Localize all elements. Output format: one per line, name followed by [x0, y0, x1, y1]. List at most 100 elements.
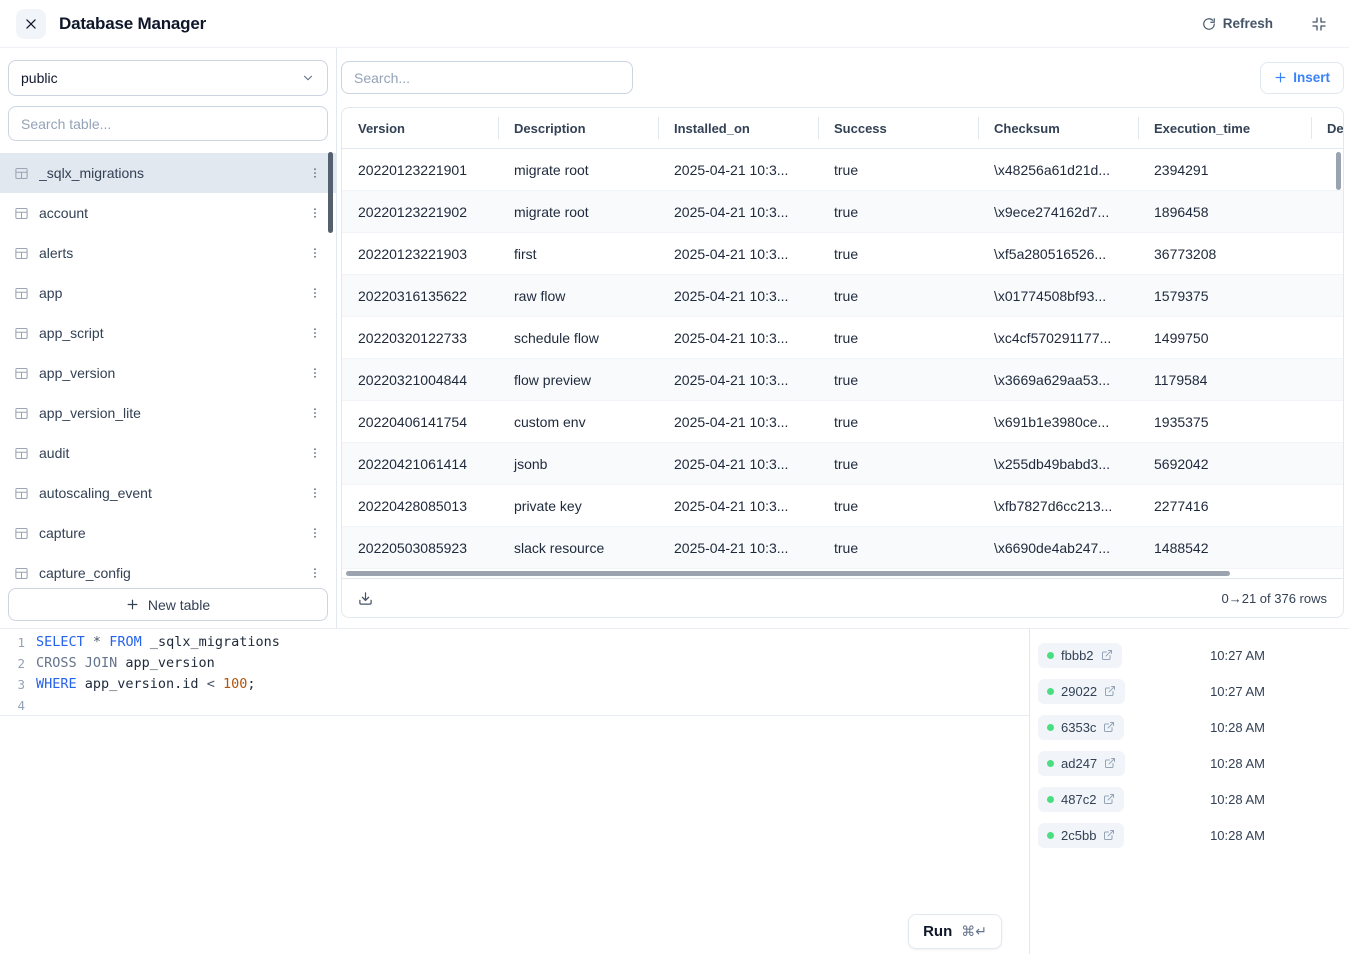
- table-cell: 36773208: [1138, 246, 1311, 262]
- download-button[interactable]: [358, 591, 373, 606]
- code-text: WHERE app_version.id < 100;: [36, 674, 256, 695]
- top-actions: Refresh: [1202, 16, 1333, 32]
- kebab-menu-icon[interactable]: [306, 444, 324, 462]
- table-label: account: [39, 205, 296, 221]
- run-id-pill[interactable]: ad247: [1038, 751, 1125, 776]
- grid-search-input[interactable]: [341, 61, 633, 94]
- kebab-menu-icon[interactable]: [306, 404, 324, 422]
- sidebar: public _sqlx_migrationsaccountalertsappa…: [0, 48, 337, 628]
- run-label: Run: [923, 923, 952, 940]
- vertical-scrollbar[interactable]: [1336, 152, 1341, 190]
- table-cell: migrate root: [498, 162, 658, 178]
- run-history-panel: fbbb210:27 AM2902210:27 AM6353c10:28 AMa…: [1030, 629, 1349, 954]
- table-cell: 2025-04-21 10:3...: [658, 330, 818, 346]
- table-row[interactable]: 20220123221903first2025-04-21 10:3...tru…: [342, 233, 1343, 275]
- insert-button[interactable]: Insert: [1260, 62, 1344, 94]
- kebab-menu-icon[interactable]: [306, 164, 324, 182]
- run-id: 487c2: [1061, 792, 1096, 807]
- sidebar-table-capture[interactable]: capture: [0, 513, 336, 553]
- external-link-icon[interactable]: [1103, 793, 1115, 805]
- table-row[interactable]: 20220421061414jsonb2025-04-21 10:3...tru…: [342, 443, 1343, 485]
- table-cell: \x255db49babd3...: [978, 456, 1138, 472]
- sidebar-scrollbar[interactable]: [328, 152, 333, 233]
- table-row[interactable]: 20220316135622raw flow2025-04-21 10:3...…: [342, 275, 1343, 317]
- run-button[interactable]: Run ⌘↵: [908, 914, 1002, 949]
- table-row[interactable]: 20220406141754custom env2025-04-21 10:3.…: [342, 401, 1343, 443]
- history-item[interactable]: 2c5bb10:28 AM: [1030, 817, 1349, 853]
- table-cell: 2025-04-21 10:3...: [658, 246, 818, 262]
- history-item[interactable]: ad24710:28 AM: [1030, 745, 1349, 781]
- run-id-pill[interactable]: 2c5bb: [1038, 823, 1124, 848]
- collapse-icon: [1311, 16, 1327, 32]
- kebab-menu-icon[interactable]: [306, 284, 324, 302]
- sidebar-table-app[interactable]: app: [0, 273, 336, 313]
- code-line-2[interactable]: 2CROSS JOIN app_version: [0, 653, 1029, 674]
- external-link-icon[interactable]: [1104, 685, 1116, 697]
- sidebar-table-app_version[interactable]: app_version: [0, 353, 336, 393]
- column-header-deleted[interactable]: Deleted: [1311, 108, 1343, 148]
- table-cell: true: [818, 498, 978, 514]
- sidebar-table-capture_config[interactable]: capture_config: [0, 553, 336, 589]
- table-row[interactable]: 20220321004844flow preview2025-04-21 10:…: [342, 359, 1343, 401]
- table-cell: 1488542: [1138, 540, 1311, 556]
- table-cell: 2025-04-21 10:3...: [658, 540, 818, 556]
- sidebar-table-alerts[interactable]: alerts: [0, 233, 336, 273]
- column-header-success[interactable]: Success: [818, 108, 978, 148]
- table-row[interactable]: 20220428085013private key2025-04-21 10:3…: [342, 485, 1343, 527]
- horizontal-scrollbar[interactable]: [342, 569, 1343, 578]
- kebab-menu-icon[interactable]: [306, 564, 324, 582]
- history-item[interactable]: 487c210:28 AM: [1030, 781, 1349, 817]
- run-id-pill[interactable]: fbbb2: [1038, 643, 1122, 668]
- column-header-installed_on[interactable]: Installed_on: [658, 108, 818, 148]
- kebab-menu-icon[interactable]: [306, 324, 324, 342]
- code-line-4[interactable]: 4: [0, 695, 1029, 716]
- sidebar-table-account[interactable]: account: [0, 193, 336, 233]
- kebab-menu-icon[interactable]: [306, 484, 324, 502]
- schema-select[interactable]: public: [8, 60, 328, 96]
- grid-body: 20220123221901migrate root2025-04-21 10:…: [342, 149, 1343, 569]
- external-link-icon[interactable]: [1103, 829, 1115, 841]
- sidebar-table-_sqlx_migrations[interactable]: _sqlx_migrations: [0, 153, 336, 193]
- sidebar-table-autoscaling_event[interactable]: autoscaling_event: [0, 473, 336, 513]
- kebab-menu-icon[interactable]: [306, 244, 324, 262]
- table-cell: 20220406141754: [342, 414, 498, 430]
- sidebar-table-app_script[interactable]: app_script: [0, 313, 336, 353]
- code-line-1[interactable]: 1SELECT * FROM _sqlx_migrations: [0, 632, 1029, 653]
- external-link-icon[interactable]: [1101, 649, 1113, 661]
- kebab-menu-icon[interactable]: [306, 524, 324, 542]
- run-id-pill[interactable]: 487c2: [1038, 787, 1124, 812]
- history-item[interactable]: 2902210:27 AM: [1030, 673, 1349, 709]
- table-row[interactable]: 20220503085923slack resource2025-04-21 1…: [342, 527, 1343, 569]
- column-header-checksum[interactable]: Checksum: [978, 108, 1138, 148]
- refresh-label: Refresh: [1223, 16, 1273, 31]
- run-id-pill[interactable]: 29022: [1038, 679, 1125, 704]
- history-item[interactable]: 6353c10:28 AM: [1030, 709, 1349, 745]
- table-cell: 1499750: [1138, 330, 1311, 346]
- horizontal-scrollbar-thumb[interactable]: [346, 571, 1230, 576]
- kebab-menu-icon[interactable]: [306, 204, 324, 222]
- column-header-description[interactable]: Description: [498, 108, 658, 148]
- table-label: app_version: [39, 365, 296, 381]
- sidebar-table-audit[interactable]: audit: [0, 433, 336, 473]
- column-header-version[interactable]: Version: [342, 108, 498, 148]
- external-link-icon[interactable]: [1103, 721, 1115, 733]
- code-line-3[interactable]: 3WHERE app_version.id < 100;: [0, 674, 1029, 695]
- collapse-button[interactable]: [1311, 16, 1327, 32]
- sql-editor[interactable]: 1SELECT * FROM _sqlx_migrations2CROSS JO…: [0, 629, 1030, 954]
- history-item[interactable]: fbbb210:27 AM: [1030, 637, 1349, 673]
- refresh-button[interactable]: Refresh: [1202, 16, 1273, 31]
- table-search-input[interactable]: [8, 106, 328, 141]
- table-cell: flow preview: [498, 372, 658, 388]
- sidebar-table-app_version_lite[interactable]: app_version_lite: [0, 393, 336, 433]
- table-row[interactable]: 20220320122733schedule flow2025-04-21 10…: [342, 317, 1343, 359]
- table-cell: 20220321004844: [342, 372, 498, 388]
- external-link-icon[interactable]: [1104, 757, 1116, 769]
- table-row[interactable]: 20220123221902migrate root2025-04-21 10:…: [342, 191, 1343, 233]
- new-table-button[interactable]: New table: [8, 588, 328, 621]
- column-header-execution_time[interactable]: Execution_time: [1138, 108, 1311, 148]
- kebab-menu-icon[interactable]: [306, 364, 324, 382]
- run-id-pill[interactable]: 6353c: [1038, 715, 1124, 740]
- table-cell: 20220503085923: [342, 540, 498, 556]
- table-row[interactable]: 20220123221901migrate root2025-04-21 10:…: [342, 149, 1343, 191]
- close-button[interactable]: [16, 9, 46, 39]
